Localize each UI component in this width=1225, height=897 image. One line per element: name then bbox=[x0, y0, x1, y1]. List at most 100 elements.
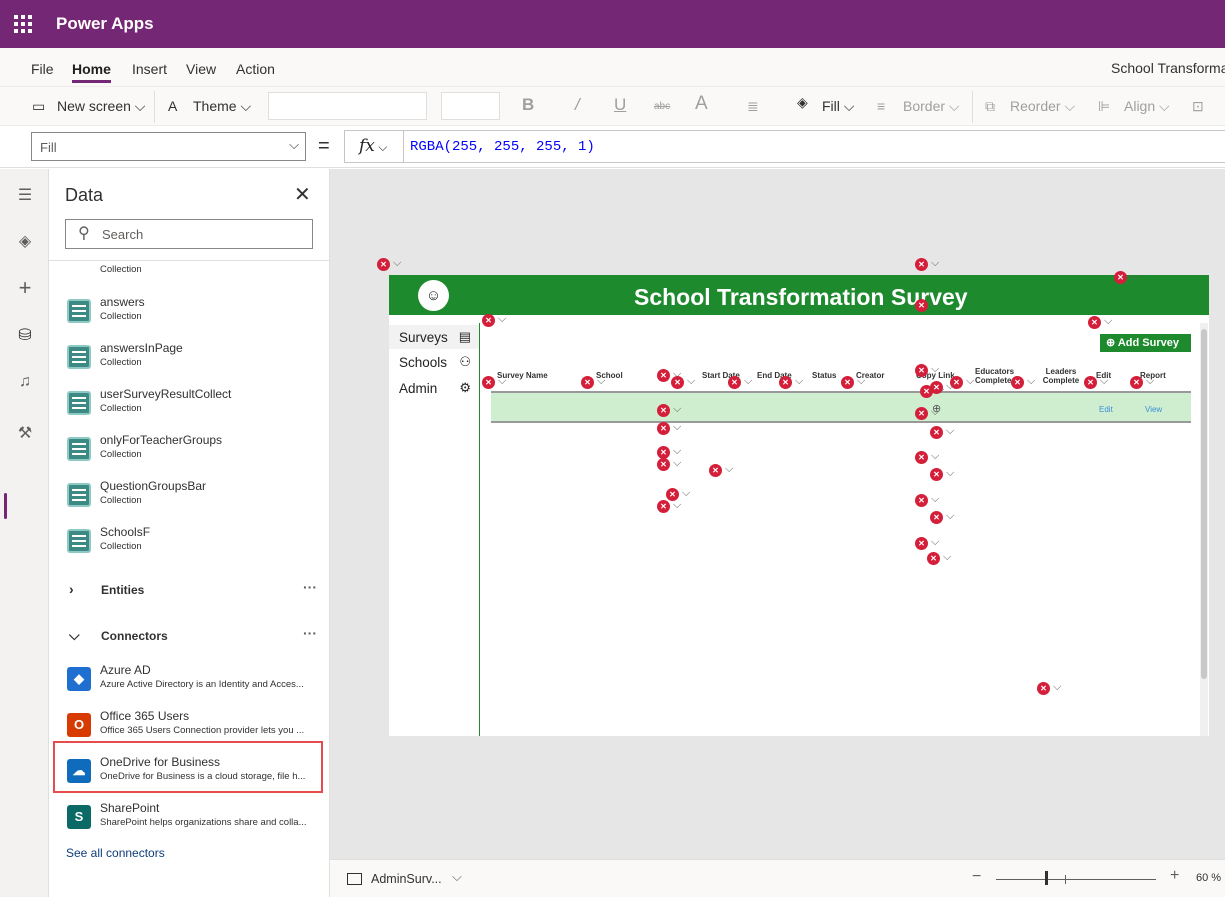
add-survey-button[interactable]: ⊕ Add Survey bbox=[1100, 334, 1191, 352]
zoom-slider-thumb[interactable] bbox=[1045, 871, 1048, 885]
chevron-down-icon[interactable]: ⌵ bbox=[673, 457, 681, 470]
error-icon[interactable]: ✕ bbox=[841, 376, 854, 389]
chevron-down-icon[interactable]: ⌵ bbox=[931, 363, 939, 376]
chevron-down-icon[interactable]: ⌵ bbox=[931, 298, 939, 311]
list-item[interactable]: answers Collection bbox=[65, 295, 323, 335]
chevron-down-icon[interactable]: ⌵ bbox=[673, 499, 681, 512]
error-icon[interactable]: ✕ bbox=[482, 314, 495, 327]
error-icon[interactable]: ✕ bbox=[930, 381, 943, 394]
error-icon[interactable]: ✕ bbox=[930, 426, 943, 439]
list-item[interactable]: userSurveyResultCollect Collection bbox=[65, 387, 323, 427]
chevron-down-icon[interactable]: ⌵ bbox=[795, 375, 803, 388]
strikethrough-icon[interactable]: abc bbox=[654, 101, 670, 112]
connector-azure-ad[interactable]: ◆ Azure AD Azure Active Directory is an … bbox=[65, 663, 323, 703]
close-icon[interactable]: ✕ bbox=[294, 182, 311, 207]
chevron-down-icon[interactable]: ⌵ bbox=[673, 421, 681, 434]
error-icon[interactable]: ✕ bbox=[482, 376, 495, 389]
vertical-scrollbar[interactable] bbox=[1200, 323, 1208, 736]
chevron-down-icon[interactable]: ⌵ bbox=[946, 425, 954, 438]
border-button[interactable]: Border ⌵ bbox=[903, 98, 960, 115]
error-icon[interactable]: ✕ bbox=[728, 376, 741, 389]
see-all-connectors-link[interactable]: See all connectors bbox=[66, 846, 165, 860]
error-icon[interactable]: ✕ bbox=[930, 511, 943, 524]
chevron-down-icon[interactable]: ⌵ bbox=[1053, 681, 1061, 694]
error-icon[interactable]: ✕ bbox=[779, 376, 792, 389]
nav-surveys[interactable]: Surveys ▤ bbox=[389, 325, 479, 349]
menu-insert[interactable]: Insert bbox=[132, 61, 167, 77]
media-icon[interactable]: ♫ bbox=[14, 373, 36, 395]
error-icon[interactable]: ✕ bbox=[709, 464, 722, 477]
error-icon[interactable]: ✕ bbox=[915, 407, 928, 420]
error-icon[interactable]: ✕ bbox=[377, 258, 390, 271]
error-icon[interactable]: ✕ bbox=[1088, 316, 1101, 329]
menu-file[interactable]: File bbox=[31, 61, 54, 77]
more-icon[interactable]: ··· bbox=[303, 579, 317, 595]
table-row[interactable] bbox=[491, 393, 1191, 423]
chevron-down-icon[interactable]: ⌵ bbox=[682, 487, 690, 500]
menu-home[interactable]: Home bbox=[72, 61, 111, 83]
new-screen-button[interactable]: New screen ⌵ bbox=[57, 98, 145, 115]
property-select[interactable]: Fill ⌵ bbox=[31, 132, 306, 161]
error-icon[interactable]: ✕ bbox=[915, 451, 928, 464]
fill-button[interactable]: Fill ⌵ bbox=[822, 98, 854, 115]
theme-button[interactable]: Theme ⌵ bbox=[193, 98, 251, 115]
error-icon[interactable]: ✕ bbox=[915, 299, 928, 312]
advanced-tools-icon[interactable]: ⚒ bbox=[14, 423, 36, 445]
list-item[interactable]: SchoolsF Collection bbox=[65, 525, 323, 565]
edit-link[interactable]: Edit bbox=[1099, 405, 1113, 414]
bold-icon[interactable]: B bbox=[522, 95, 534, 115]
chevron-down-icon[interactable]: ⌵ bbox=[931, 493, 939, 506]
chevron-down-icon[interactable]: ⌵ bbox=[673, 368, 681, 381]
reorder-button[interactable]: Reorder ⌵ bbox=[1010, 98, 1075, 115]
chevron-down-icon[interactable]: ⌵ bbox=[498, 375, 506, 388]
chevron-down-icon[interactable]: ⌵ bbox=[966, 375, 974, 388]
font-size-select[interactable] bbox=[441, 92, 500, 120]
nav-schools[interactable]: Schools ⚇ bbox=[389, 350, 479, 374]
app-launcher-icon[interactable] bbox=[14, 15, 32, 33]
error-icon[interactable]: ✕ bbox=[915, 494, 928, 507]
chevron-down-icon[interactable]: ⌵ bbox=[931, 406, 939, 419]
chevron-down-icon[interactable]: ⌵ bbox=[943, 551, 951, 564]
italic-icon[interactable]: / bbox=[575, 95, 580, 115]
error-icon[interactable]: ✕ bbox=[657, 369, 670, 382]
chevron-down-icon[interactable]: ⌵ bbox=[1104, 315, 1112, 328]
error-icon[interactable]: ✕ bbox=[930, 468, 943, 481]
chevron-down-icon[interactable]: ⌵ bbox=[452, 869, 462, 885]
group-icon[interactable]: ⊡ bbox=[1192, 98, 1204, 115]
list-item[interactable]: answersInPage Collection bbox=[65, 341, 323, 381]
error-icon[interactable]: ✕ bbox=[1114, 271, 1127, 284]
error-icon[interactable]: ✕ bbox=[915, 537, 928, 550]
hamburger-menu-icon[interactable]: ☰ bbox=[14, 185, 36, 207]
chevron-down-icon[interactable]: ⌵ bbox=[931, 450, 939, 463]
error-icon[interactable]: ✕ bbox=[581, 376, 594, 389]
zoom-slider[interactable] bbox=[996, 879, 1156, 880]
list-item[interactable]: onlyForTeacherGroups Collection bbox=[65, 433, 323, 473]
connectors-group[interactable]: ⌵ Connectors ··· bbox=[65, 625, 323, 649]
error-icon[interactable]: ✕ bbox=[1037, 682, 1050, 695]
font-family-select[interactable] bbox=[268, 92, 427, 120]
underline-icon[interactable]: U bbox=[614, 95, 626, 115]
error-icon[interactable]: ✕ bbox=[657, 422, 670, 435]
chevron-down-icon[interactable]: ⌵ bbox=[1027, 375, 1035, 388]
chevron-down-icon[interactable]: ⌵ bbox=[393, 257, 401, 270]
zoom-in-icon[interactable]: + bbox=[1170, 867, 1179, 885]
error-icon[interactable]: ✕ bbox=[657, 404, 670, 417]
nav-admin[interactable]: Admin ⚙ bbox=[389, 376, 479, 400]
app-screen[interactable]: ☺ School Transformation Survey Surveys ▤ … bbox=[389, 275, 1209, 736]
error-icon[interactable]: ✕ bbox=[915, 364, 928, 377]
error-icon[interactable]: ✕ bbox=[1084, 376, 1097, 389]
screen-name[interactable]: AdminSurv... bbox=[371, 872, 442, 886]
error-icon[interactable]: ✕ bbox=[915, 258, 928, 271]
chevron-down-icon[interactable]: ⌵ bbox=[946, 467, 954, 480]
align-button[interactable]: Align ⌵ bbox=[1124, 98, 1170, 115]
chevron-down-icon[interactable]: ⌵ bbox=[744, 375, 752, 388]
font-color-icon[interactable]: A bbox=[695, 93, 708, 115]
chevron-down-icon[interactable]: ⌵ bbox=[931, 536, 939, 549]
text-align-icon[interactable]: ≣ bbox=[747, 98, 759, 115]
search-input[interactable]: ⚲ Search bbox=[65, 219, 313, 249]
more-icon[interactable]: ··· bbox=[303, 625, 317, 641]
chevron-down-icon[interactable]: ⌵ bbox=[946, 380, 954, 393]
chevron-down-icon[interactable]: ⌵ bbox=[931, 257, 939, 270]
menu-view[interactable]: View bbox=[186, 61, 216, 77]
chevron-down-icon[interactable]: ⌵ bbox=[687, 375, 695, 388]
